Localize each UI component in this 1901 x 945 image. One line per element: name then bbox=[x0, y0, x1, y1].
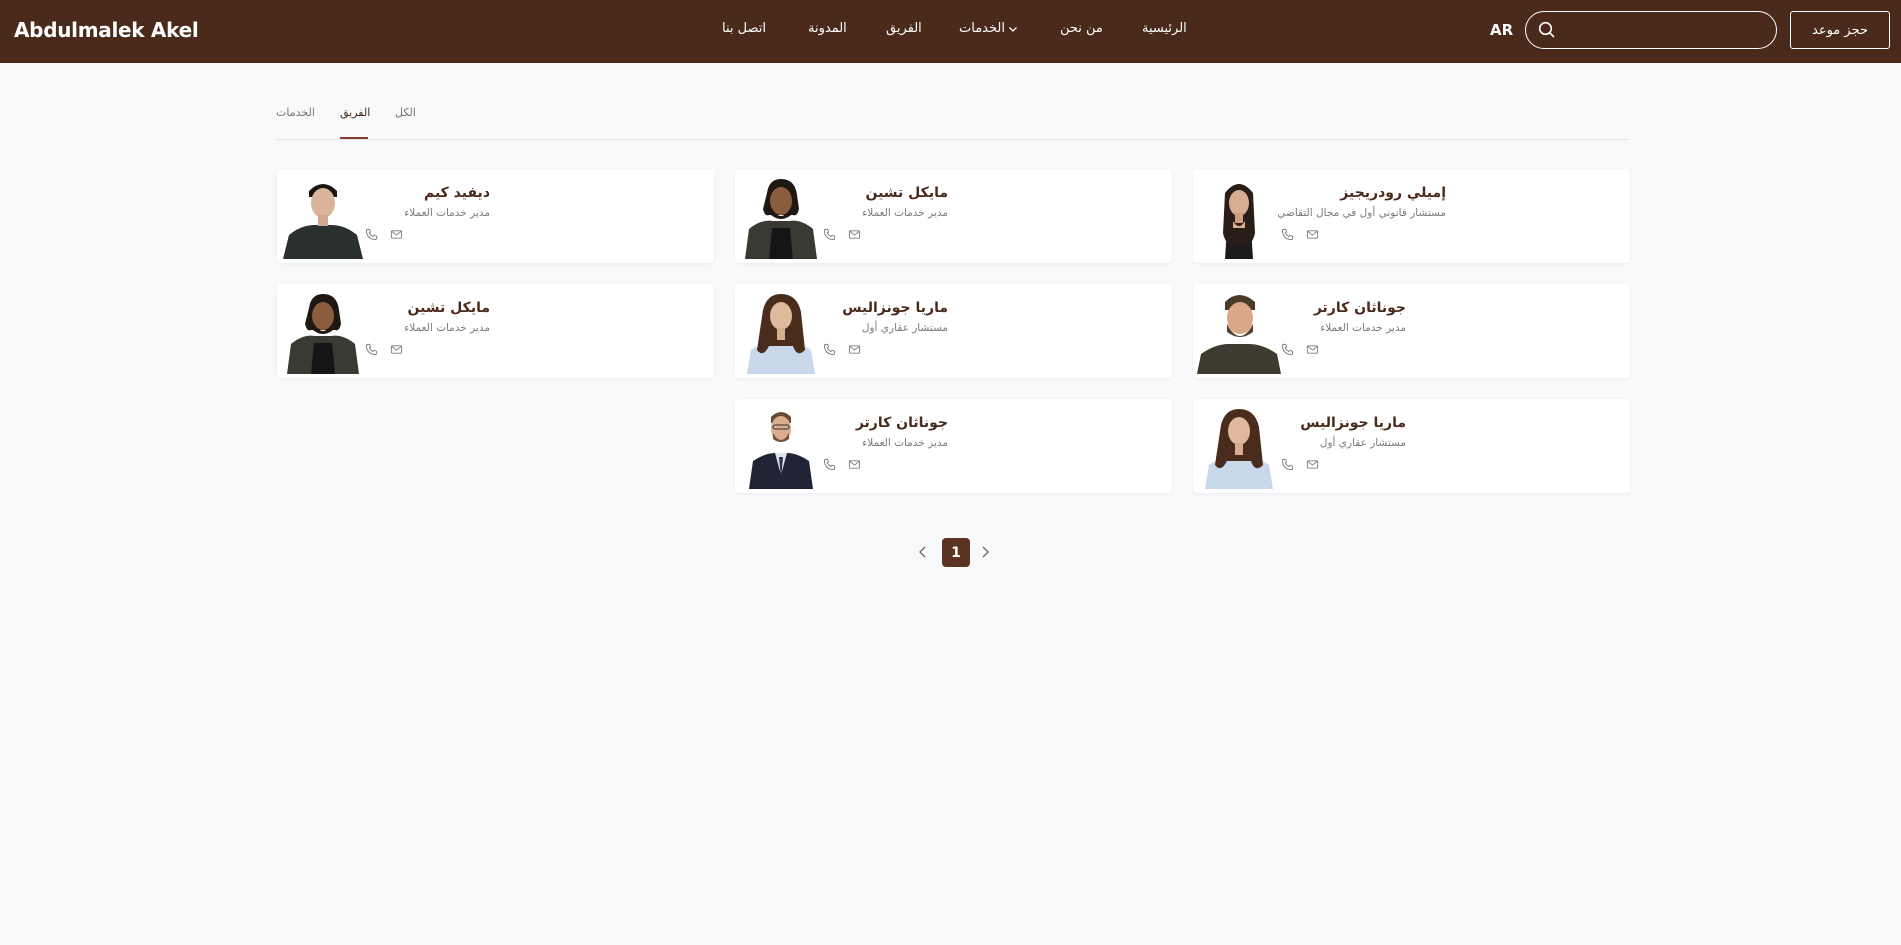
team-card[interactable]: مايكل تشين مدير خدمات العملاء bbox=[735, 169, 1172, 263]
mail-icon[interactable] bbox=[390, 226, 403, 239]
team-card[interactable]: إميلي رودريجيز مستشار قانوني أول في مجال… bbox=[1193, 169, 1630, 263]
member-role: مدير خدمات العملاء bbox=[404, 207, 490, 219]
pagination-current-page[interactable]: 1 bbox=[942, 538, 970, 567]
avatar bbox=[1197, 288, 1281, 374]
phone-icon[interactable] bbox=[823, 226, 836, 241]
team-card[interactable]: مايكل تشين مدير خدمات العملاء bbox=[277, 284, 714, 378]
phone-icon[interactable] bbox=[1281, 456, 1294, 471]
member-name: مايكل تشين bbox=[865, 185, 948, 201]
contact-icons bbox=[823, 456, 861, 471]
tab-team[interactable]: الفريق bbox=[340, 106, 370, 119]
nav-blog[interactable]: المدونة bbox=[808, 21, 847, 36]
phone-icon[interactable] bbox=[365, 341, 378, 356]
language-switch[interactable]: AR bbox=[1490, 21, 1513, 39]
tab-all[interactable]: الكل bbox=[395, 106, 416, 119]
member-name: جوناثان كارتر bbox=[855, 415, 948, 431]
member-name: ماريا جونزاليس bbox=[842, 300, 948, 316]
contact-icons bbox=[823, 341, 861, 356]
member-name: جوناثان كارتر bbox=[1313, 300, 1406, 316]
nav-services[interactable]: الخدمات bbox=[959, 21, 1018, 36]
nav-services-label: الخدمات bbox=[959, 21, 1005, 36]
brand-logo[interactable]: Abdulmalek Akel bbox=[14, 18, 199, 42]
chevron-down-icon bbox=[1008, 26, 1017, 32]
phone-icon[interactable] bbox=[823, 456, 836, 471]
contact-icons bbox=[1281, 456, 1319, 471]
avatar bbox=[281, 288, 365, 374]
member-name: مايكل تشين bbox=[407, 300, 490, 316]
avatar bbox=[1197, 403, 1281, 489]
contact-icons bbox=[365, 341, 403, 356]
member-role: مدير خدمات العملاء bbox=[1320, 322, 1406, 334]
tab-services[interactable]: الخدمات bbox=[276, 106, 315, 119]
phone-icon[interactable] bbox=[823, 341, 836, 356]
team-card[interactable]: ماريا جونزاليس مستشار عقاري أول bbox=[1193, 399, 1630, 493]
active-tab-indicator bbox=[340, 137, 368, 139]
contact-icons bbox=[365, 226, 403, 241]
search-input[interactable] bbox=[1526, 12, 1776, 48]
pagination-next[interactable] bbox=[977, 544, 993, 560]
avatar bbox=[739, 173, 823, 259]
member-role: مستشار عقاري أول bbox=[861, 322, 948, 334]
phone-icon[interactable] bbox=[365, 226, 378, 241]
contact-icons bbox=[823, 226, 861, 241]
member-role: مدير خدمات العملاء bbox=[862, 437, 948, 449]
search-icon bbox=[1538, 21, 1555, 38]
member-name: ماريا جونزاليس bbox=[1300, 415, 1406, 431]
book-appointment-button[interactable]: حجز موعد bbox=[1790, 11, 1890, 49]
mail-icon[interactable] bbox=[848, 456, 861, 469]
member-role: مدير خدمات العملاء bbox=[404, 322, 490, 334]
member-role: مستشار عقاري أول bbox=[1319, 437, 1406, 449]
tabs-divider bbox=[276, 139, 1630, 140]
team-card[interactable]: ديفيد كيم مدير خدمات العملاء bbox=[277, 169, 714, 263]
mail-icon[interactable] bbox=[390, 341, 403, 354]
nav-contact[interactable]: اتصل بنا bbox=[722, 21, 766, 36]
member-role: مدير خدمات العملاء bbox=[862, 207, 948, 219]
pagination-prev[interactable] bbox=[915, 544, 931, 560]
avatar bbox=[739, 288, 823, 374]
avatar bbox=[281, 173, 365, 259]
contact-icons bbox=[1281, 226, 1319, 241]
member-name: ديفيد كيم bbox=[423, 185, 490, 201]
avatar bbox=[739, 403, 823, 489]
top-header: Abdulmalek Akel الرئيسية من نحن الخدمات … bbox=[0, 0, 1901, 63]
search-box bbox=[1525, 11, 1777, 49]
member-name: إميلي رودريجيز bbox=[1340, 185, 1446, 201]
mail-icon[interactable] bbox=[848, 226, 861, 239]
avatar bbox=[1197, 173, 1281, 259]
nav-home[interactable]: الرئيسية bbox=[1142, 21, 1187, 36]
nav-about[interactable]: من نحن bbox=[1060, 21, 1103, 36]
chevron-right-icon bbox=[982, 546, 989, 558]
mail-icon[interactable] bbox=[1306, 341, 1319, 354]
mail-icon[interactable] bbox=[1306, 226, 1319, 239]
member-role: مستشار قانوني أول في مجال التقاضي bbox=[1277, 207, 1446, 219]
phone-icon[interactable] bbox=[1281, 226, 1294, 241]
mail-icon[interactable] bbox=[848, 341, 861, 354]
chevron-left-icon bbox=[919, 546, 926, 558]
phone-icon[interactable] bbox=[1281, 341, 1294, 356]
mail-icon[interactable] bbox=[1306, 456, 1319, 469]
team-card[interactable]: جوناثان كارتر مدير خدمات العملاء bbox=[1193, 284, 1630, 378]
nav-team[interactable]: الفريق bbox=[886, 21, 922, 36]
team-card[interactable]: جوناثان كارتر مدير خدمات العملاء bbox=[735, 399, 1172, 493]
team-card[interactable]: ماريا جونزاليس مستشار عقاري أول bbox=[735, 284, 1172, 378]
contact-icons bbox=[1281, 341, 1319, 356]
